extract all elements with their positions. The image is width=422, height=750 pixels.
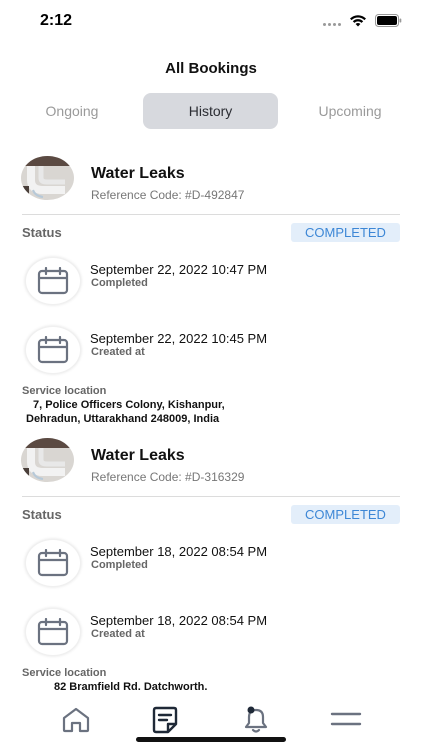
booking-title: Water Leaks (91, 447, 185, 464)
signal-icon (323, 16, 341, 26)
booking-tabs: Ongoing History Upcoming (0, 93, 422, 129)
battery-icon (375, 14, 402, 27)
timeline-event: September 18, 2022 08:54 PM Created at (0, 608, 422, 658)
booking-title: Water Leaks (91, 165, 185, 182)
service-location-line: 82 Bramfield Rd, Datchworth, (54, 681, 208, 690)
page-title: All Bookings (165, 60, 257, 77)
service-location-line: 7, Police Officers Colony, Kishanpur, (33, 399, 225, 411)
timeline-event: September 22, 2022 10:45 PM Created at (0, 326, 422, 376)
event-label: Created at (91, 346, 145, 358)
service-image (21, 156, 74, 200)
status-label: Status (22, 225, 62, 240)
menu-icon (330, 712, 362, 726)
service-image (21, 438, 74, 482)
calendar-icon (25, 539, 81, 587)
status-time: 2:12 (40, 12, 73, 29)
status-bar: 2:12 (0, 0, 422, 44)
nav-notifications[interactable] (236, 704, 276, 736)
tab-ongoing[interactable]: Ongoing (20, 93, 124, 129)
reference-code: Reference Code: #D-316329 (91, 470, 245, 484)
divider (22, 214, 400, 215)
tab-history[interactable]: History (143, 93, 278, 129)
service-location-label: Service location (22, 667, 107, 679)
reference-code: Reference Code: #D-492847 (91, 188, 245, 202)
calendar-icon (25, 608, 81, 656)
home-indicator (136, 737, 286, 742)
event-date: September 22, 2022 10:45 PM (90, 331, 268, 346)
status-label: Status (22, 507, 62, 522)
wifi-icon (350, 15, 366, 27)
service-location-label: Service location (22, 385, 107, 397)
notifications-icon (244, 706, 268, 733)
nav-menu[interactable] (326, 704, 366, 736)
nav-home[interactable] (56, 704, 96, 736)
calendar-icon (25, 257, 81, 305)
bookings-list[interactable]: Water Leaks Reference Code: #D-492847 St… (0, 150, 422, 690)
booking-card[interactable]: Water Leaks Reference Code: #D-492847 St… (0, 150, 422, 430)
home-icon (62, 707, 90, 733)
status-badge: COMPLETED (291, 223, 400, 242)
timeline-event: September 22, 2022 10:47 PM Completed (0, 257, 422, 307)
event-date: September 22, 2022 10:47 PM (90, 262, 268, 277)
status-icons (323, 14, 402, 27)
event-date: September 18, 2022 08:54 PM (90, 613, 268, 628)
divider (22, 496, 400, 497)
event-label: Created at (91, 628, 145, 640)
event-label: Completed (91, 559, 148, 571)
event-date: September 18, 2022 08:54 PM (90, 544, 268, 559)
status-badge: COMPLETED (291, 505, 400, 524)
bookings-icon (152, 706, 178, 734)
service-location-line: Dehradun, Uttarakhand 248009, India (26, 413, 220, 425)
tab-upcoming[interactable]: Upcoming (298, 93, 402, 129)
calendar-icon (25, 326, 81, 374)
nav-bookings[interactable] (145, 704, 185, 736)
event-label: Completed (91, 277, 148, 289)
timeline-event: September 18, 2022 08:54 PM Completed (0, 539, 422, 589)
booking-card[interactable]: Water Leaks Reference Code: #D-316329 St… (0, 432, 422, 690)
